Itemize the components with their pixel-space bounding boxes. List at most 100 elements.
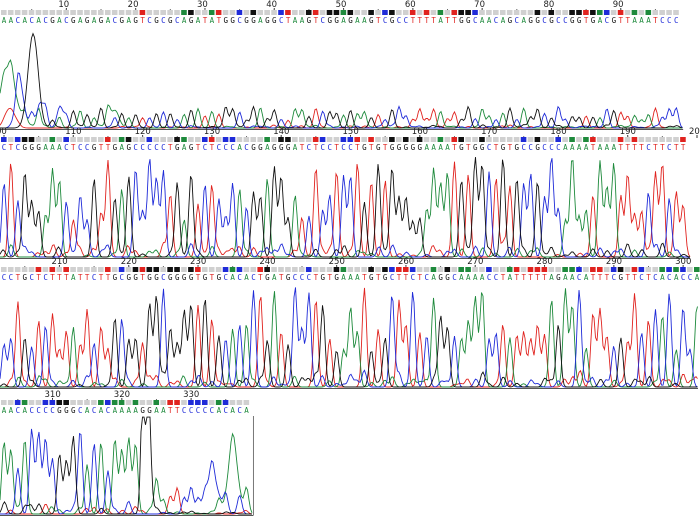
base-T: T xyxy=(106,143,111,152)
quality-bar xyxy=(146,267,153,272)
quality-bar xyxy=(437,10,444,15)
quality-bar xyxy=(423,10,430,15)
base-T: T xyxy=(376,273,381,282)
quality-bar xyxy=(98,267,104,272)
trace-A xyxy=(0,288,698,388)
base-A: A xyxy=(660,273,665,282)
base-T: T xyxy=(334,143,339,152)
quality-bar xyxy=(548,10,555,15)
base-T: T xyxy=(50,273,55,282)
base-C: C xyxy=(515,16,520,25)
base-G: G xyxy=(501,143,506,152)
base-G: G xyxy=(334,273,339,282)
quality-bar xyxy=(243,267,250,272)
quality-bar xyxy=(541,10,548,15)
tick-label: 200 xyxy=(689,127,700,137)
base-T: T xyxy=(515,273,520,282)
quality-bar xyxy=(42,400,49,405)
base-G: G xyxy=(535,16,540,25)
tick-label: 260 xyxy=(397,257,415,267)
quality-bar xyxy=(624,267,631,272)
quality-bar xyxy=(666,137,672,142)
quality-bar xyxy=(430,137,437,142)
base-T: T xyxy=(646,273,651,282)
base-T: T xyxy=(653,143,658,152)
quality-bar xyxy=(617,10,624,15)
quality-bar xyxy=(569,137,575,142)
trace-svg: AACACCCCGGGCACACAAAAGGAATTCCCCCACACA xyxy=(0,398,254,516)
quality-bar xyxy=(576,10,582,15)
quality-bar xyxy=(590,137,596,142)
base-G: G xyxy=(473,143,478,152)
base-T: T xyxy=(362,273,367,282)
base-G: G xyxy=(286,143,291,152)
quality-bar xyxy=(305,137,312,142)
base-A: A xyxy=(341,273,346,282)
trace-A xyxy=(0,160,690,258)
base-A: A xyxy=(584,273,589,282)
quality-bar xyxy=(63,137,69,142)
base-T: T xyxy=(203,16,208,25)
quality-bar xyxy=(14,10,21,15)
quality-bar xyxy=(396,137,402,142)
quality-bar xyxy=(548,137,555,142)
quality-bar xyxy=(610,267,617,272)
base-G: G xyxy=(99,16,104,25)
quality-bar xyxy=(472,10,478,15)
base-T: T xyxy=(369,143,374,152)
quality-bar xyxy=(84,10,90,15)
base-C: C xyxy=(521,143,526,152)
quality-bar xyxy=(610,137,617,142)
quality-bar xyxy=(409,10,416,15)
quality-bar xyxy=(28,400,35,405)
quality-bar xyxy=(444,137,451,142)
quality-bar xyxy=(1,400,7,405)
base-T: T xyxy=(598,273,603,282)
base-G: G xyxy=(168,273,173,282)
quality-bar xyxy=(375,10,381,15)
base-C: C xyxy=(307,143,312,152)
quality-bar xyxy=(146,137,153,142)
quality-bar xyxy=(673,267,679,272)
quality-bar xyxy=(215,10,222,15)
quality-bar xyxy=(319,137,326,142)
quality-bar xyxy=(389,267,395,272)
quality-bar xyxy=(174,400,180,405)
quality-bar xyxy=(541,137,548,142)
quality-bar xyxy=(104,10,111,15)
tick-label: 180 xyxy=(550,127,567,137)
base-A: A xyxy=(570,143,575,152)
quality-bar xyxy=(590,10,596,15)
quality-bar xyxy=(333,267,340,272)
trace-G xyxy=(0,157,691,258)
base-C: C xyxy=(577,273,582,282)
quality-bar xyxy=(236,10,243,15)
quality-bar xyxy=(125,10,132,15)
quality-bar xyxy=(396,267,402,272)
base-C: C xyxy=(9,273,14,282)
base-A: A xyxy=(639,16,644,25)
quality-bar xyxy=(465,267,471,272)
quality-bar xyxy=(423,267,430,272)
base-G: G xyxy=(71,406,76,415)
base-A: A xyxy=(438,143,443,152)
base-T: T xyxy=(625,16,630,25)
base-C: C xyxy=(43,16,48,25)
base-G: G xyxy=(258,143,263,152)
quality-bar xyxy=(84,400,90,405)
tick-label: 310 xyxy=(44,390,61,400)
base-G: G xyxy=(390,16,395,25)
base-G: G xyxy=(244,16,249,25)
base-T: T xyxy=(279,273,284,282)
quality-bar xyxy=(486,267,492,272)
base-G: G xyxy=(50,16,55,25)
base-C: C xyxy=(78,143,83,152)
base-G: G xyxy=(23,143,28,152)
base-A: A xyxy=(85,406,90,415)
base-G: G xyxy=(480,143,485,152)
base-G: G xyxy=(133,273,138,282)
base-C: C xyxy=(217,143,222,152)
quality-bar xyxy=(139,10,146,15)
base-T: T xyxy=(674,143,679,152)
quality-bar xyxy=(638,137,645,142)
